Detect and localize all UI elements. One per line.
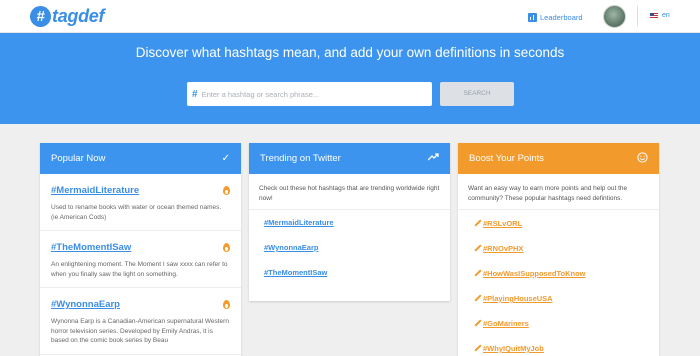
trending-up-icon xyxy=(427,153,439,164)
boost-list: #RSLvORL #RNOvPHX #HowWasISupposedToKnow… xyxy=(458,210,659,353)
boost-tag-link[interactable]: #WhyIQuitMyJob xyxy=(483,344,544,353)
leaderboard-link[interactable]: Leaderboard xyxy=(528,10,583,24)
trending-panel: Trending on Twitter Check out these hot … xyxy=(249,143,450,301)
us-flag-icon xyxy=(650,13,658,18)
boost-item[interactable]: #HowWasISupposedToKnow xyxy=(474,269,643,278)
boost-title: Boost Your Points xyxy=(469,153,544,164)
boost-item[interactable]: #RNOvPHX xyxy=(474,244,643,253)
trending-tag-link[interactable]: #MermaidLiterature xyxy=(264,218,435,227)
flame-icon xyxy=(223,300,230,309)
smiley-icon xyxy=(637,151,648,166)
pencil-icon xyxy=(474,295,481,302)
boost-item[interactable]: #PlayingHouseUSA xyxy=(474,294,643,303)
pencil-icon xyxy=(474,220,481,227)
boost-intro: Want an easy way to earn more points and… xyxy=(458,174,659,210)
boost-tag-link[interactable]: #HowWasISupposedToKnow xyxy=(483,269,586,278)
boost-tag-link[interactable]: #GoMariners xyxy=(483,319,529,328)
popular-now-title: Popular Now xyxy=(51,153,106,164)
trending-list: #MermaidLiterature #WynonnaEarp #TheMome… xyxy=(249,210,450,277)
boost-tag-link[interactable]: #RSLvORL xyxy=(483,219,522,228)
pencil-icon xyxy=(474,320,481,327)
search-button[interactable]: SEARCH xyxy=(440,82,514,106)
logo-text: tagdef xyxy=(52,5,105,26)
boost-item[interactable]: #WhyIQuitMyJob xyxy=(474,344,643,353)
pencil-icon xyxy=(474,245,481,252)
check-icon: ✓ xyxy=(221,152,230,164)
boost-points-panel: Boost Your Points Want an easy way to ea… xyxy=(458,143,659,356)
search-box[interactable]: # xyxy=(187,82,432,106)
pencil-icon xyxy=(474,270,481,277)
popular-now-header: Popular Now ✓ xyxy=(40,143,241,174)
bar-chart-icon xyxy=(528,12,537,22)
language-selector[interactable]: en xyxy=(650,12,670,19)
leaderboard-label: Leaderboard xyxy=(540,12,583,22)
flame-icon xyxy=(223,243,230,252)
trending-header: Trending on Twitter xyxy=(249,143,450,174)
boost-item[interactable]: #GoMariners xyxy=(474,319,643,328)
popular-tag-link[interactable]: #TheMomentISaw xyxy=(51,242,131,253)
hero-title: Discover what hashtags mean, and add you… xyxy=(135,45,565,60)
popular-description: An enlightening moment. The Moment I saw… xyxy=(51,261,228,278)
popular-item: #WynonnaEarp Wynonna Earp is a Canadian-… xyxy=(40,288,241,355)
hashtag-icon: # xyxy=(192,88,198,100)
trending-tag-link[interactable]: #WynonnaEarp xyxy=(264,243,435,252)
popular-item: #MermaidLiterature Used to rename books … xyxy=(40,174,241,231)
boost-header: Boost Your Points xyxy=(458,143,659,174)
top-nav: # tagdef Leaderboard en xyxy=(0,0,700,33)
nav-divider xyxy=(637,6,638,26)
boost-tag-link[interactable]: #PlayingHouseUSA xyxy=(483,294,553,303)
popular-item: #TheMomentISaw An enlightening moment. T… xyxy=(40,231,241,288)
trending-title: Trending on Twitter xyxy=(260,153,341,164)
boost-tag-link[interactable]: #RNOvPHX xyxy=(483,244,523,253)
language-label: en xyxy=(662,12,670,19)
user-avatar[interactable] xyxy=(603,5,626,28)
pencil-icon xyxy=(474,345,481,352)
flame-icon xyxy=(223,186,230,195)
search-input[interactable] xyxy=(201,89,417,99)
popular-tag-link[interactable]: #MermaidLiterature xyxy=(51,185,139,196)
popular-description: Used to rename books with water or ocean… xyxy=(51,204,222,221)
popular-description: Wynonna Earp is a Canadian-American supe… xyxy=(51,318,229,344)
popular-now-panel: Popular Now ✓ #MermaidLiterature Used to… xyxy=(40,143,241,356)
hero-banner: Discover what hashtags mean, and add you… xyxy=(0,33,700,124)
trending-intro: Check out these hot hashtags that are tr… xyxy=(249,174,450,210)
logo-hash-mark: # xyxy=(30,5,51,27)
popular-tag-link[interactable]: #WynonnaEarp xyxy=(51,299,120,310)
boost-item[interactable]: #RSLvORL xyxy=(474,219,643,228)
tagdef-logo[interactable]: # tagdef xyxy=(30,5,105,27)
trending-tag-link[interactable]: #TheMomentISaw xyxy=(264,268,435,277)
